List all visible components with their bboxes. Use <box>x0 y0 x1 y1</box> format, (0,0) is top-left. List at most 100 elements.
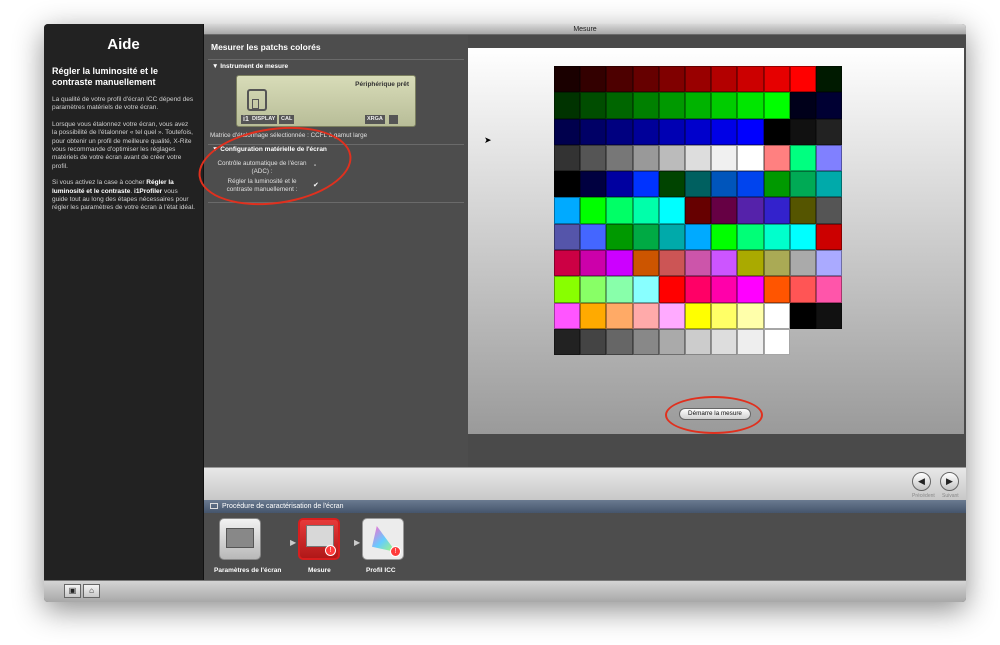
next-button[interactable]: ▶ <box>940 472 959 491</box>
color-patch <box>763 328 790 356</box>
home-icon: ⌂ <box>89 586 94 595</box>
workflow-header-label: Procédure de caractérisation de l'écran <box>222 503 344 510</box>
help-paragraph-2: Lorsque vous étalonnez votre écran, vous… <box>52 120 193 170</box>
color-patch <box>789 302 816 329</box>
app-window: Aide Régler la luminosité et le contrast… <box>44 24 966 602</box>
color-patch <box>737 66 764 93</box>
manual-adjust-label: Régler la luminosité et le contraste man… <box>216 178 308 193</box>
color-patch <box>684 66 712 93</box>
color-patch <box>815 302 843 329</box>
color-patch <box>763 118 790 145</box>
instrument-section-header[interactable]: ▼ Instrument de mesure <box>204 62 468 72</box>
step-display-settings[interactable] <box>219 518 261 560</box>
hardware-section-header[interactable]: ▼ Configuration matérielle de l'écran <box>204 145 327 155</box>
color-patch <box>632 92 659 119</box>
color-patch <box>815 171 843 198</box>
color-patch <box>684 118 712 145</box>
color-patch <box>815 92 843 119</box>
color-patch <box>632 66 659 93</box>
color-patch <box>632 276 659 303</box>
color-patch <box>554 144 581 172</box>
color-patch <box>658 223 685 251</box>
color-patch <box>606 144 633 172</box>
color-patch <box>815 144 843 172</box>
color-patch <box>658 250 685 277</box>
device-mode-text: Matrice d'étalonnage sélectionnée : CCFL… <box>210 132 368 139</box>
help-heading: Régler la luminosité et le contraste man… <box>52 66 159 87</box>
adc-checkbox[interactable]: ▫ <box>314 163 316 169</box>
warning-badge-icon: ! <box>325 545 336 556</box>
color-patch <box>789 276 816 303</box>
color-patch <box>711 276 738 303</box>
previous-button[interactable]: ◀ <box>912 472 931 491</box>
display-settings-icon <box>226 528 254 548</box>
color-patch <box>684 144 712 172</box>
step-label-measurement: Mesure <box>308 567 331 574</box>
color-patch <box>580 250 607 277</box>
step-label-icc-profile: Profil ICC <box>366 567 396 574</box>
color-patch <box>737 144 764 172</box>
color-patch <box>711 118 738 145</box>
fullscreen-icon: ▣ <box>68 586 77 595</box>
color-patch <box>554 66 581 93</box>
color-patch <box>789 250 816 277</box>
color-patch <box>815 276 843 303</box>
battery-icon <box>389 115 398 124</box>
previous-label: Précédent <box>912 493 935 499</box>
step-arrow-icon: ▶ <box>354 538 361 547</box>
manual-adjust-checkbox[interactable]: ✔ <box>313 181 319 189</box>
color-patch <box>632 328 659 356</box>
color-patch <box>711 144 738 172</box>
color-patch <box>554 223 581 251</box>
color-patch <box>606 223 633 251</box>
color-patch <box>580 66 607 93</box>
color-patch <box>763 92 790 119</box>
device-tag-cal: CAL <box>279 115 295 124</box>
color-patch <box>606 302 633 329</box>
color-patch <box>737 171 764 198</box>
color-patch <box>606 92 633 119</box>
color-patch <box>554 302 581 329</box>
monitor-icon <box>210 503 218 509</box>
color-patch <box>684 171 712 198</box>
color-patch <box>684 250 712 277</box>
color-patch <box>737 92 764 119</box>
color-patch <box>763 171 790 198</box>
color-patch <box>789 144 816 172</box>
color-patch <box>763 276 790 303</box>
color-patch <box>658 328 685 356</box>
step-icc-profile[interactable]: ! <box>362 518 404 560</box>
disclosure-triangle-icon[interactable]: ▼ <box>212 63 218 70</box>
instrument-icon <box>247 89 267 111</box>
next-label: Suivant <box>942 493 959 499</box>
color-patch <box>554 276 581 303</box>
color-patch <box>606 118 633 145</box>
settings-title: Mesurer les patchs colorés <box>211 42 321 52</box>
color-patch <box>815 223 843 251</box>
bottom-toolbar: ▣ ⌂ <box>44 580 966 602</box>
color-patch <box>658 276 685 303</box>
help-p3-pre: Si vous activez la case à cocher <box>52 179 147 187</box>
arrow-right-icon: ▶ <box>946 476 953 486</box>
color-patch <box>658 171 685 198</box>
adc-label-line-2: (ADC) : <box>251 167 273 175</box>
patch-area: Démarre la mesure <box>468 48 964 434</box>
disclosure-triangle-icon[interactable]: ▼ <box>212 146 218 153</box>
fullscreen-button[interactable]: ▣ <box>64 584 81 598</box>
workflow-panel: Procédure de caractérisation de l'écran … <box>204 500 966 580</box>
color-patch <box>632 250 659 277</box>
color-patch <box>580 92 607 119</box>
color-patch <box>711 223 738 251</box>
hardware-header-label: Configuration matérielle de l'écran <box>220 146 327 153</box>
window-title: Mesure <box>204 24 966 35</box>
color-patch <box>711 171 738 198</box>
home-button[interactable]: ⌂ <box>83 584 100 598</box>
start-measurement-button[interactable]: Démarre la mesure <box>679 408 751 420</box>
color-patch <box>658 144 685 172</box>
step-measurement[interactable]: ! <box>298 518 340 560</box>
color-patch <box>763 250 790 277</box>
color-patch <box>580 223 607 251</box>
color-patch <box>580 197 607 224</box>
color-patch <box>684 328 712 356</box>
color-patch <box>815 197 843 224</box>
